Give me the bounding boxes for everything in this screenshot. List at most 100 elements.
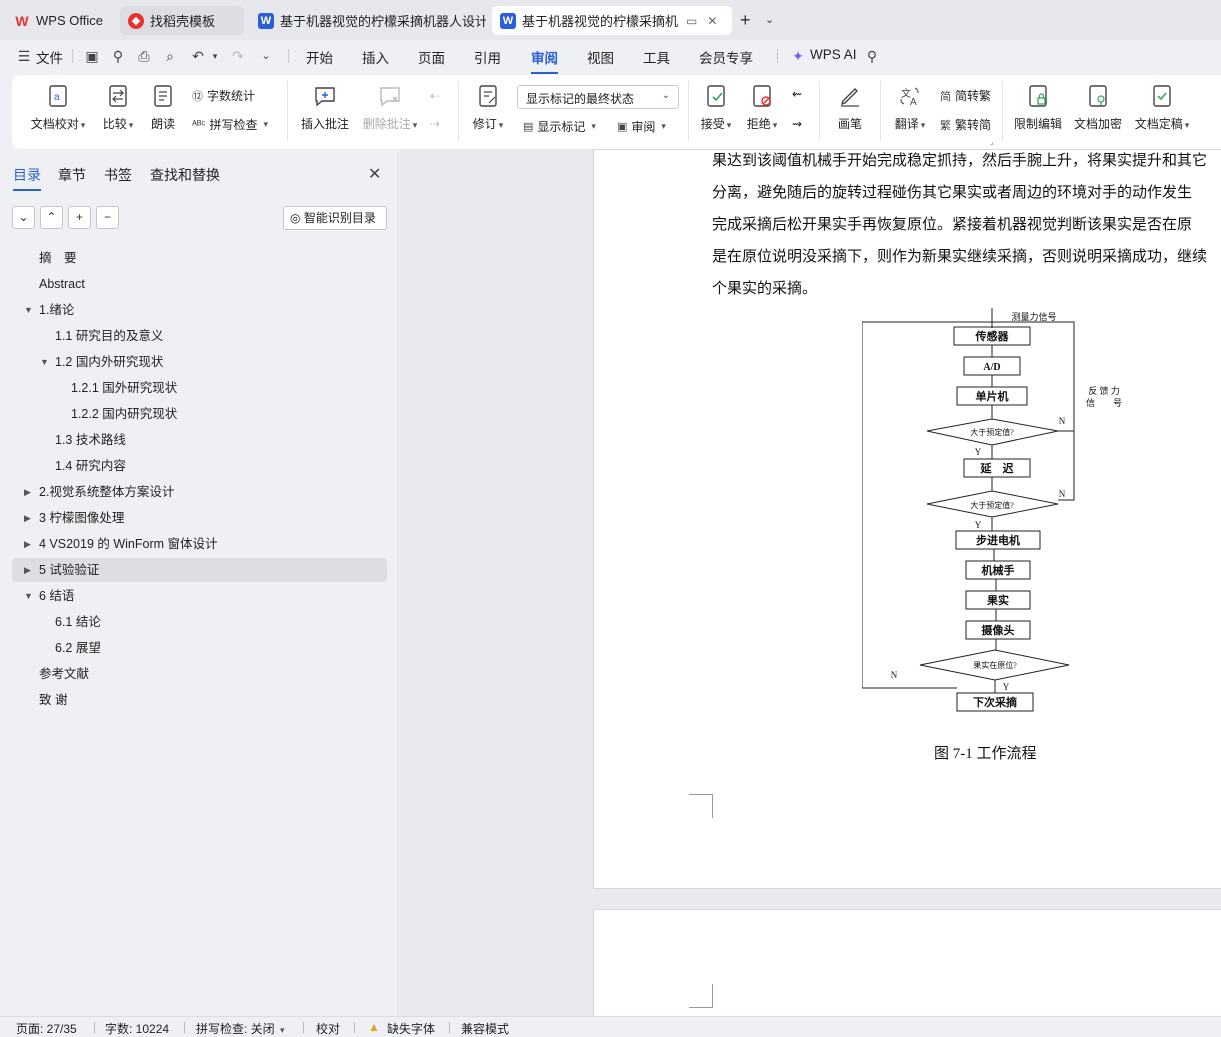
toc-item[interactable]: 6.2 展望 — [12, 636, 387, 660]
insert-comment-button[interactable]: 插入批注 — [300, 83, 350, 132]
document-page[interactable] — [593, 909, 1221, 1016]
menu-review[interactable]: 审阅 — [531, 47, 558, 74]
wps-ai-icon[interactable]: ✦ — [790, 48, 806, 64]
divider — [458, 81, 459, 141]
doc-finalize-button[interactable]: 文档定稿 ▾ — [1132, 83, 1192, 132]
tab-document-2[interactable]: W 基于机器视觉的柠檬采摘机器人 ▭ ✕ — [492, 6, 732, 35]
share-icon[interactable]: ⚲ — [110, 48, 126, 64]
collapse-arrow-icon[interactable]: ▶ — [24, 480, 31, 504]
compat-mode-status[interactable]: 兼容模式 — [461, 1020, 509, 1037]
remove-heading-button[interactable]: − — [96, 206, 119, 229]
word-count-status[interactable]: 字数: 10224 — [105, 1020, 169, 1037]
read-aloud-button[interactable]: 朗读 — [148, 83, 178, 132]
screen-icon[interactable]: ▭ — [686, 14, 697, 28]
reject-button[interactable]: 拒绝 ▾ — [744, 83, 780, 132]
translate-button[interactable]: 文A 翻译 ▾ — [892, 83, 928, 132]
simplified-to-traditional-button[interactable]: 简简转繁 — [940, 87, 991, 104]
toc-item[interactable]: ▼ 1.绪论 — [12, 298, 387, 322]
doc-encrypt-button[interactable]: 文档加密 — [1072, 83, 1124, 132]
more-chevron-icon[interactable]: ⌄ — [258, 48, 274, 64]
print-icon[interactable]: ⎙ — [136, 48, 152, 64]
tab-find-replace[interactable]: 查找和替换 — [150, 165, 220, 185]
tab-daoke-templates[interactable]: ◆ 找稻壳模板 — [120, 6, 244, 35]
next-comment-icon[interactable]: ⇢ — [430, 117, 440, 131]
page-indicator[interactable]: 页面: 27/35 — [16, 1020, 77, 1037]
expand-corner-icon[interactable]: ⌟ — [990, 137, 994, 146]
undo-icon[interactable]: ↶ — [190, 48, 206, 64]
toc-item[interactable]: ▶ 2.视觉系统整体方案设计 — [12, 480, 387, 504]
delete-comment-button[interactable]: 删除批注 ▾ — [360, 83, 420, 132]
menu-home[interactable]: 开始 — [306, 47, 333, 67]
smart-toc-button[interactable]: ◎ 智能识别目录 — [283, 206, 387, 230]
previous-comment-icon[interactable]: ⇠ — [430, 89, 440, 103]
menu-view[interactable]: 视图 — [587, 47, 614, 67]
toc-item[interactable]: 参考文献 — [12, 662, 387, 686]
markup-mode-select[interactable]: 显示标记的最终状态 ⌄ — [517, 85, 679, 109]
spell-check-status[interactable]: 拼写检查: 关闭 ▾ — [196, 1020, 285, 1037]
hamburger-icon[interactable]: ☰ — [16, 48, 32, 64]
add-heading-button[interactable]: + — [68, 206, 91, 229]
collapse-all-button[interactable]: ⌄ — [12, 206, 35, 229]
menu-insert[interactable]: 插入 — [362, 47, 389, 67]
close-icon[interactable]: ✕ — [707, 14, 717, 28]
tab-document-1[interactable]: W 基于机器视觉的柠檬采摘机器人设计 = — [250, 6, 486, 35]
search-icon[interactable]: ⚲ — [864, 48, 880, 64]
traditional-to-simplified-button[interactable]: 繁繁转简 — [940, 116, 991, 133]
next-change-icon[interactable]: ⇝ — [792, 117, 802, 131]
menu-member[interactable]: 会员专享 — [699, 47, 753, 67]
collapse-arrow-icon[interactable]: ▶ — [24, 558, 31, 582]
toc-item[interactable]: ▶ 3 柠檬图像处理 — [12, 506, 387, 530]
menu-page[interactable]: 页面 — [418, 47, 445, 67]
flow-yes-label: Y — [1003, 682, 1010, 692]
restrict-edit-button[interactable]: 限制编辑 — [1012, 83, 1064, 132]
toc-item[interactable]: 摘 要 — [12, 246, 387, 270]
tab-bookmarks[interactable]: 书签 — [104, 165, 132, 185]
toc-item[interactable]: 致 谢 — [12, 688, 387, 712]
spell-check-button[interactable]: ᴬᴮᶜ 拼写检查 ▾ — [192, 116, 268, 133]
toc-item[interactable]: ▶ 5 试验验证 — [12, 558, 387, 582]
expand-up-button[interactable]: ⌃ — [40, 206, 63, 229]
new-tab-icon[interactable]: + — [740, 10, 751, 31]
menu-references[interactable]: 引用 — [474, 47, 501, 67]
menu-tools[interactable]: 工具 — [643, 47, 670, 67]
show-markup-button[interactable]: ▤ 显示标记 ▾ — [523, 118, 596, 135]
tab-wps-office[interactable]: W WPS Office — [6, 6, 114, 35]
toc-item[interactable]: 1.2.1 国外研究现状 — [12, 376, 387, 400]
revise-button[interactable]: 修订 ▾ — [470, 83, 506, 132]
toc-item[interactable]: Abstract — [12, 272, 387, 296]
proof-status[interactable]: 校对 — [316, 1020, 340, 1037]
expand-arrow-icon[interactable]: ▼ — [24, 584, 33, 608]
word-count-button[interactable]: ⑫ 字数统计 — [192, 87, 255, 104]
expand-arrow-icon[interactable]: ▼ — [24, 298, 33, 322]
collapse-arrow-icon[interactable]: ▶ — [24, 532, 31, 556]
save-icon[interactable]: ▣ — [84, 48, 100, 64]
accept-button[interactable]: 接受 ▾ — [698, 83, 734, 132]
pen-button[interactable]: 画笔 — [834, 83, 866, 132]
chevron-down-icon[interactable]: ⌄ — [765, 13, 774, 26]
toc-item[interactable]: ▼ 6 结语 — [12, 584, 387, 608]
toc-item[interactable]: 6.1 结论 — [12, 610, 387, 634]
missing-font-status[interactable]: 缺失字体 — [387, 1020, 435, 1037]
toc-item[interactable]: ▼ 1.2 国内外研究现状 — [12, 350, 387, 374]
toc-item[interactable]: 1.4 研究内容 — [12, 454, 387, 478]
previous-change-icon[interactable]: ⇜ — [792, 87, 802, 101]
tab-sections[interactable]: 章节 — [58, 165, 86, 185]
close-icon[interactable]: ✕ — [368, 164, 381, 184]
collapse-arrow-icon[interactable]: ▶ — [24, 506, 31, 530]
document-canvas[interactable]: 果达到该阈值机械手开始完成稳定抓持，然后手腕上升，将果实提升和其它 分离，避免随… — [400, 149, 1221, 1016]
toc-item[interactable]: ▶ 4 VS2019 的 WinForm 窗体设计 — [12, 532, 387, 556]
print-preview-icon[interactable]: ⌕ — [162, 48, 178, 64]
chevron-down-icon[interactable]: ▾ — [207, 48, 223, 64]
tab-toc[interactable]: 目录 — [13, 165, 41, 191]
document-page[interactable]: 果达到该阈值机械手开始完成稳定抓持，然后手腕上升，将果实提升和其它 分离，避免随… — [593, 149, 1221, 889]
menu-file[interactable]: 文件 — [36, 47, 63, 67]
toc-item[interactable]: 1.2.2 国内研究现状 — [12, 402, 387, 426]
toc-item[interactable]: 1.3 技术路线 — [12, 428, 387, 452]
review-pane-button[interactable]: ▣ 审阅 ▾ — [617, 118, 666, 135]
menu-wps-ai[interactable]: WPS AI — [810, 47, 857, 62]
toc-item[interactable]: 1.1 研究目的及意义 — [12, 324, 387, 348]
compare-button[interactable]: 比较 ▾ — [98, 83, 138, 132]
redo-icon[interactable]: ↷ — [230, 48, 246, 64]
doc-proofread-button[interactable]: a 文档校对 ▾ — [28, 83, 88, 132]
expand-arrow-icon[interactable]: ▼ — [40, 350, 49, 374]
